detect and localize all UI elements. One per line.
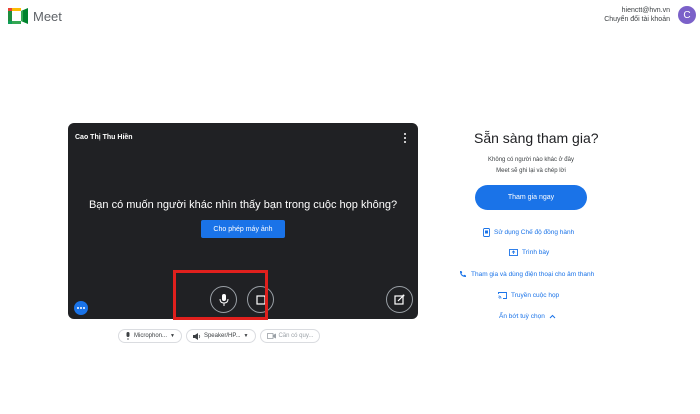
camera-select[interactable]: Cần có quy... <box>259 329 321 343</box>
avatar[interactable]: C <box>678 6 696 24</box>
hide-options-toggle[interactable]: Ẩn bớt tuỳ chọn <box>499 313 556 320</box>
present-option[interactable]: Trình bày <box>509 249 549 256</box>
companion-mode-icon <box>483 228 490 237</box>
more-options-icon[interactable] <box>402 132 408 144</box>
microphone-icon <box>126 332 130 340</box>
no-one-here-text: Không có người nào khác ở đây <box>488 157 574 163</box>
ready-title: Sẵn sàng tham gia? <box>474 130 599 146</box>
account-email: hienctt@hvn.vn <box>621 7 670 14</box>
visual-effects-button[interactable] <box>386 286 413 313</box>
meet-logo-icon <box>8 8 28 24</box>
speaker-label: Speaker/HP... <box>203 333 241 339</box>
present-label: Trình bày <box>522 249 550 256</box>
allow-camera-button[interactable]: Cho phép máy ảnh <box>201 220 285 238</box>
companion-mode-option[interactable]: Sử dụng Chế độ đồng hành <box>483 228 574 237</box>
phone-audio-label: Tham gia và dùng điện thoại cho âm thanh <box>471 270 595 278</box>
app-name: Meet <box>33 8 62 24</box>
speaker-icon <box>192 332 201 340</box>
switch-account-link[interactable]: Chuyển đổi tài khoản <box>604 15 670 24</box>
camera-label: Cần có quy... <box>278 333 314 339</box>
device-selectors: Microphon... ▼ Speaker/HP... ▼ Cần có qu… <box>118 329 321 343</box>
hide-options-label: Ẩn bớt tuỳ chọn <box>499 313 545 320</box>
cast-meeting-option[interactable]: Truyền cuộc họp <box>498 292 559 299</box>
annotation-highlight-box <box>173 270 268 320</box>
companion-mode-label: Sử dụng Chế độ đồng hành <box>494 229 575 236</box>
phone-icon <box>460 271 466 277</box>
microphone-label: Microphon... <box>134 333 168 339</box>
camera-icon <box>266 333 276 339</box>
chevron-down-icon: ▼ <box>170 333 175 339</box>
account-info: hienctt@hvn.vn Chuyển đổi tài khoản <box>604 6 670 24</box>
camera-question: Bạn có muốn người khác nhìn thấy bạn tro… <box>88 199 398 211</box>
more-actions-icon[interactable] <box>74 301 88 315</box>
microphone-select[interactable]: Microphon... ▼ <box>118 329 182 343</box>
meet-prejoin-page: Meet hienctt@hvn.vn Chuyển đổi tài khoản… <box>0 0 700 414</box>
recording-notice-text: Meet sẽ ghi lại và chép lời <box>496 168 566 174</box>
visual-effects-icon <box>394 294 405 305</box>
join-now-button[interactable]: Tham gia ngay <box>475 185 587 210</box>
cast-icon <box>498 292 507 299</box>
participant-name: Cao Thị Thu Hiền <box>75 134 133 141</box>
speaker-select[interactable]: Speaker/HP... ▼ <box>185 329 256 343</box>
phone-audio-option[interactable]: Tham gia và dùng điện thoại cho âm thanh <box>459 270 594 278</box>
chevron-down-icon: ▼ <box>243 333 249 339</box>
meet-logo[interactable]: Meet <box>8 8 62 24</box>
chevron-up-icon <box>549 314 556 319</box>
cast-meeting-label: Truyền cuộc họp <box>511 292 560 299</box>
present-icon <box>509 249 518 256</box>
